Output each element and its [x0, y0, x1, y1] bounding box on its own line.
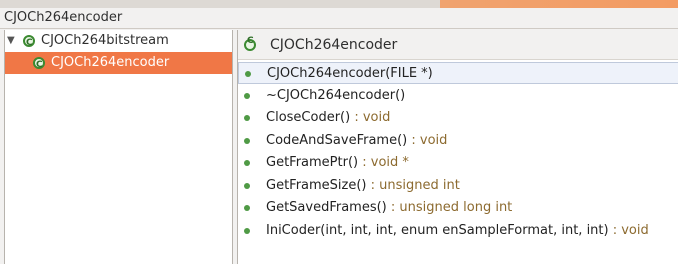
- member-name: CodeAndSaveFrame(): [266, 133, 408, 148]
- member-text: IniCoder(int, int, int, enum enSampleFor…: [266, 220, 649, 242]
- member-type: : unsigned int: [366, 178, 460, 193]
- member-type: : void: [407, 133, 448, 148]
- member-list: CJOCh264encoder(FILE *) ~CJOCh264encoder…: [238, 62, 678, 264]
- class-icon: [23, 32, 35, 54]
- member-type: : void: [608, 223, 649, 238]
- member-name: GetFrameSize(): [266, 178, 367, 193]
- method-dot-icon: [244, 115, 250, 121]
- member-name: GetFramePtr(): [266, 155, 359, 170]
- member-text: GetSavedFrames() : unsigned long int: [266, 197, 512, 219]
- method-dot-icon: [244, 228, 250, 234]
- outline-window: CJOCh264encoder ▼ CJOCh264bitstream CJOC…: [0, 0, 678, 264]
- member-row[interactable]: CodeAndSaveFrame() : void: [238, 130, 678, 152]
- member-text: GetFramePtr() : void *: [266, 152, 409, 174]
- window-top-strip: [0, 0, 678, 8]
- triangle-down-icon[interactable]: ▼: [7, 30, 15, 52]
- member-type: : unsigned long int: [386, 200, 513, 215]
- member-text: GetFrameSize() : unsigned int: [266, 175, 460, 197]
- member-text: CloseCoder() : void: [266, 107, 390, 129]
- detail-header-label: CJOCh264encoder: [270, 37, 398, 53]
- tree-selected-label: CJOCh264encoder: [51, 55, 170, 70]
- member-text: ~CJOCh264encoder(): [266, 85, 405, 107]
- member-type: : void: [350, 110, 391, 125]
- member-name: IniCoder(int, int, int, enum enSampleFor…: [266, 223, 609, 238]
- detail-header: CJOCh264encoder: [238, 30, 678, 60]
- member-row[interactable]: IniCoder(int, int, int, enum enSampleFor…: [238, 220, 678, 242]
- tree-row-selected-class[interactable]: CJOCh264encoder: [5, 52, 232, 76]
- tree-root-label: CJOCh264bitstream: [41, 33, 169, 48]
- member-type: : void *: [358, 155, 409, 170]
- tree-row-root[interactable]: ▼ CJOCh264bitstream: [5, 30, 232, 54]
- member-row[interactable]: GetSavedFrames() : unsigned long int: [238, 197, 678, 219]
- member-name: CJOCh264encoder(FILE *): [267, 66, 433, 81]
- method-dot-icon: [244, 205, 250, 211]
- member-row[interactable]: GetFramePtr() : void *: [238, 152, 678, 174]
- member-row[interactable]: ~CJOCh264encoder(): [238, 85, 678, 107]
- method-dot-icon: [245, 71, 251, 77]
- class-icon: [33, 54, 45, 76]
- method-dot-icon: [244, 93, 250, 99]
- member-detail-pane: CJOCh264encoder CJOCh264encoder(FILE *) …: [237, 30, 678, 264]
- member-row[interactable]: CJOCh264encoder(FILE *): [238, 62, 678, 84]
- member-text: CJOCh264encoder(FILE *): [267, 63, 433, 85]
- method-dot-icon: [244, 183, 250, 189]
- class-icon: [244, 36, 256, 51]
- member-text: CodeAndSaveFrame() : void: [266, 130, 447, 152]
- class-tree-pane[interactable]: ▼ CJOCh264bitstream CJOCh264encoder: [4, 30, 233, 264]
- member-name: GetSavedFrames(): [266, 200, 387, 215]
- window-title: CJOCh264encoder: [4, 10, 123, 25]
- title-bar: CJOCh264encoder: [0, 8, 678, 29]
- method-dot-icon: [244, 160, 250, 166]
- member-row[interactable]: CloseCoder() : void: [238, 107, 678, 129]
- member-name: ~CJOCh264encoder(): [266, 88, 406, 103]
- method-dot-icon: [244, 138, 250, 144]
- member-name: CloseCoder(): [266, 110, 351, 125]
- member-row[interactable]: GetFrameSize() : unsigned int: [238, 175, 678, 197]
